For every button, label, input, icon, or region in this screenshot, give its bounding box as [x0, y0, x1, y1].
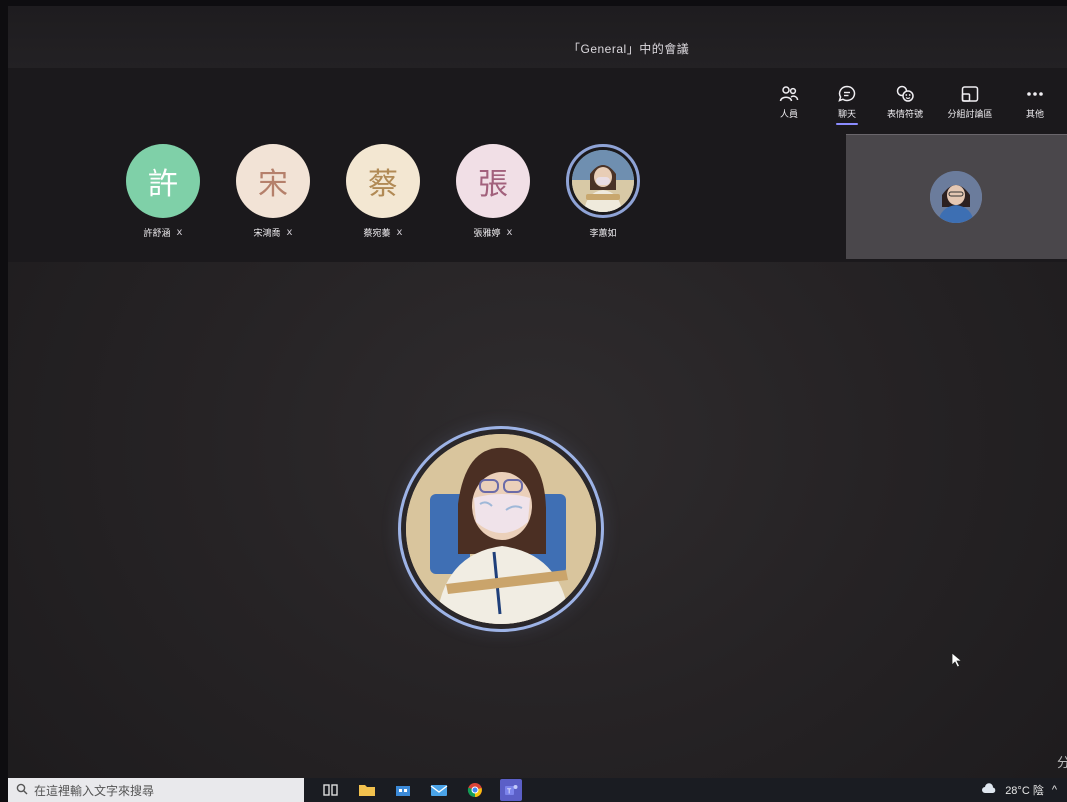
- reactions-label: 表情符號: [886, 109, 923, 119]
- avatar: 許: [126, 144, 200, 218]
- active-speaker-ring: [398, 426, 604, 632]
- weather-icon[interactable]: [981, 782, 997, 798]
- more-icon: [1024, 84, 1046, 104]
- edge-text: 分: [1057, 755, 1067, 770]
- self-video-preview[interactable]: [846, 134, 1067, 259]
- breakout-rooms-icon: [959, 84, 981, 104]
- participant-name: 張雅婷: [473, 228, 501, 238]
- participant-tile[interactable]: 張 張雅婷 ⅹ: [456, 144, 530, 239]
- chat-icon: [836, 84, 858, 104]
- breakout-rooms-button[interactable]: 分組討論區: [941, 84, 999, 125]
- avatar: 宋: [236, 144, 310, 218]
- mail-icon[interactable]: [428, 781, 450, 799]
- profile-photo: [572, 150, 634, 212]
- system-tray: 28°C 陰 ^: [981, 782, 1067, 798]
- mic-off-icon: ⅹ: [506, 227, 513, 238]
- participant-tile-speaking[interactable]: 李蕙如: [566, 144, 640, 239]
- participant-strip: 許 許舒涵 ⅹ 宋 宋鴻喬 ⅹ 蔡 蔡宛蓁 ⅹ 張 張雅婷 ⅹ 李蕙如: [126, 144, 640, 239]
- participant-name-row: 許舒涵 ⅹ: [144, 226, 183, 239]
- avatar-initial: 張: [478, 167, 508, 202]
- active-speaker-photo: [406, 434, 596, 624]
- svg-text:T: T: [507, 789, 512, 796]
- participant-tile[interactable]: 宋 宋鴻喬 ⅹ: [236, 144, 310, 239]
- weather-text[interactable]: 28°C 陰: [1005, 782, 1044, 798]
- task-view-icon[interactable]: [320, 781, 342, 799]
- participant-name-row: 李蕙如: [589, 226, 616, 239]
- participant-name: 宋鴻喬: [253, 228, 281, 238]
- search-placeholder: 在這裡輸入文字來搜尋: [34, 783, 155, 798]
- taskbar-pinned-apps: T: [320, 779, 522, 801]
- teams-meeting-window: 「General」中的會議 人員 聊天 表情符號 分組討論區 其他 許 許舒涵 …: [8, 6, 1067, 796]
- avatar: 張: [456, 144, 530, 218]
- title-bar: 「General」中的會議: [8, 6, 1067, 68]
- avatar-initial: 許: [148, 167, 178, 202]
- mic-off-icon: ⅹ: [176, 227, 183, 238]
- participant-name-row: 蔡宛蓁 ⅹ: [364, 226, 403, 239]
- windows-taskbar: 在這裡輸入文字來搜尋 T 28°C 陰 ^: [8, 778, 1067, 802]
- participant-name: 蔡宛蓁: [363, 228, 391, 238]
- self-avatar: [930, 171, 982, 223]
- teams-icon[interactable]: T: [500, 779, 522, 801]
- people-label: 人員: [779, 109, 798, 119]
- reactions-button[interactable]: 表情符號: [883, 84, 927, 125]
- more-label: 其他: [1025, 109, 1044, 119]
- file-explorer-icon[interactable]: [356, 781, 378, 799]
- mic-off-icon: ⅹ: [286, 227, 293, 238]
- avatar: 蔡: [346, 144, 420, 218]
- participant-name-row: 張雅婷 ⅹ: [474, 226, 513, 239]
- people-icon: [778, 84, 800, 104]
- avatar-initial: 宋: [258, 167, 288, 202]
- people-button[interactable]: 人員: [767, 84, 811, 125]
- chrome-icon[interactable]: [464, 781, 486, 799]
- chat-label: 聊天: [837, 109, 856, 119]
- participant-tile[interactable]: 許 許舒涵 ⅹ: [126, 144, 200, 239]
- avatar-initial: 蔡: [368, 167, 398, 202]
- active-tab-indicator: [836, 123, 858, 125]
- chevron-up-icon[interactable]: ^: [1052, 784, 1057, 796]
- participant-name-row: 宋鴻喬 ⅹ: [254, 226, 293, 239]
- meeting-toolbar: 人員 聊天 表情符號 分組討論區 其他: [767, 84, 1057, 125]
- participant-name: 許舒涵: [143, 228, 171, 238]
- more-button[interactable]: 其他: [1013, 84, 1057, 125]
- reactions-icon: [894, 84, 916, 104]
- chat-button[interactable]: 聊天: [825, 84, 869, 125]
- participant-tile[interactable]: 蔡 蔡宛蓁 ⅹ: [346, 144, 420, 239]
- meeting-title: 「General」中的會議: [568, 42, 690, 56]
- search-icon: [16, 783, 28, 798]
- store-icon[interactable]: [392, 781, 414, 799]
- mic-off-icon: ⅹ: [396, 227, 403, 238]
- taskbar-search-box[interactable]: 在這裡輸入文字來搜尋: [8, 778, 304, 802]
- participant-name: 李蕙如: [589, 228, 617, 238]
- speaking-ring: [566, 144, 640, 218]
- mouse-cursor-icon: [951, 652, 963, 673]
- breakout-rooms-label: 分組討論區: [947, 109, 993, 119]
